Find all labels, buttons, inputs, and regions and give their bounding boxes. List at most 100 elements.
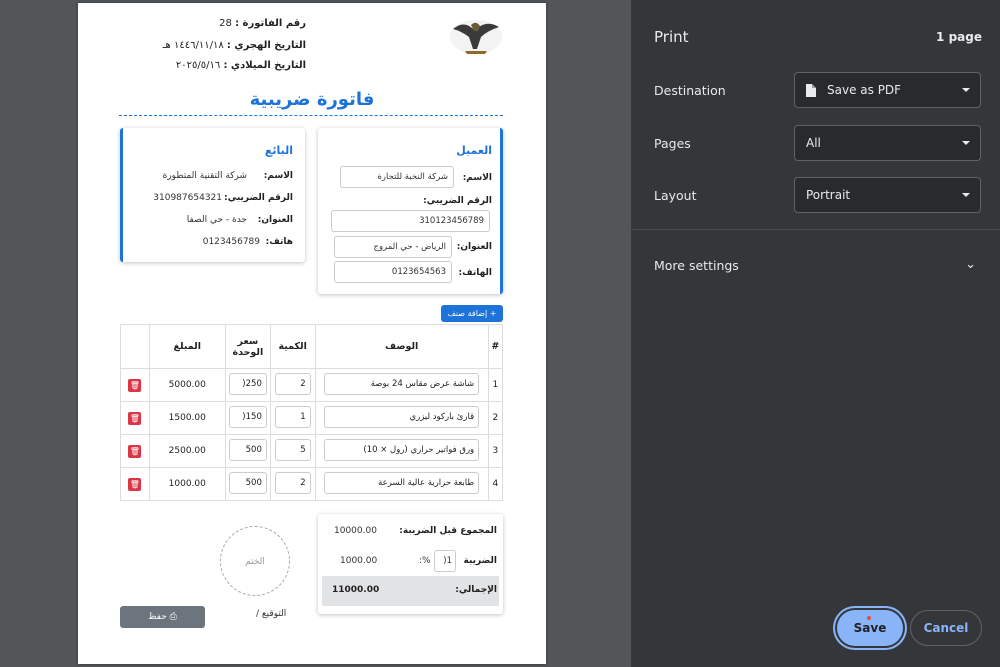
more-settings-toggle[interactable]: More settings [654,258,739,273]
items-table: # الوصف الكمية سعر الوحدة المبلغ 1 شاشة … [120,324,504,501]
table-row: 3 ورق فواتير حراري (رول × 10) 5 500 2500… [120,434,504,468]
totals-box: المجموع قبل الضريبة: 10000.00 الضريبة 1(… [318,514,503,614]
client-tax-field[interactable]: 310123456789 [331,210,490,232]
client-card: العميل الاسم: شركة النخبة للتجارة الرقم … [318,128,503,294]
tax-percent-sign: %: [419,556,431,566]
subtotal-label: المجموع قبل الضريبة: [399,526,497,536]
row-description-cell: ورق فواتير حراري (رول × 10) [314,434,489,468]
row-description-cell: قارئ باركود ليزري [314,401,489,435]
row-actions-cell: 🗑 [120,467,150,501]
tax-rate-field[interactable]: 1( [434,550,456,572]
subtotal-value: 10000.00 [334,526,377,536]
row-price-cell: 250( [224,368,271,402]
row-number: 2 [487,401,504,435]
row-description-field[interactable]: ورق فواتير حراري (رول × 10) [324,438,480,461]
seller-name-value: شركة التقنية المتطورة [162,171,247,181]
row-quantity-cell: 2 [269,467,316,501]
signature-label: التوقيع / [256,609,287,619]
print-title: Print [654,28,689,46]
row-description-cell: شاشة عرض مقاس 24 بوصة [314,368,489,402]
row-amount: 1500.00 [148,401,226,435]
hijri-date-value: ١٤٤٦/١١/١٨ هـ [162,40,224,51]
row-price-field[interactable]: 500 [228,438,267,461]
client-phone-label: الهاتف: [458,268,492,278]
page-count: 1 page [936,30,982,44]
row-actions-cell: 🗑 [120,401,150,435]
save-icon: ⎙ [169,612,177,622]
invoice-number-label: رقم الفاتورة : [235,18,306,29]
header-number: # [487,324,504,369]
layout-select[interactable]: Portrait [794,177,981,213]
row-quantity-cell: 5 [269,434,316,468]
table-header-row: # الوصف الكمية سعر الوحدة المبلغ [120,324,504,369]
cancel-button[interactable]: Cancel [910,610,982,646]
row-description-field[interactable]: قارئ باركود ليزري [324,405,480,428]
row-actions-cell: 🗑 [120,368,150,402]
invoice-number: رقم الفاتورة : 28 [219,18,306,29]
stamp-placeholder: الختم [220,526,290,596]
header-actions [120,324,150,369]
row-quantity-cell: 2 [269,368,316,402]
destination-value: Save as PDF [827,83,902,97]
table-row: 4 طابعة حرارية عالية السرعة 2 500 1000.0… [120,467,504,501]
trash-icon[interactable]: 🗑 [128,477,142,491]
chevron-down-icon [962,141,970,145]
trash-icon[interactable]: 🗑 [128,444,142,458]
row-quantity-field[interactable]: 5 [274,438,311,461]
add-item-button[interactable]: + إضافة صنف [441,305,503,322]
client-address-field[interactable]: الرياض - حي المروج [334,236,452,258]
row-description-field[interactable]: شاشة عرض مقاس 24 بوصة [324,372,480,395]
gregorian-date: التاريخ الميلادي : ٢٠٢٥/٥/١٦ [176,60,306,71]
chevron-down-icon [962,193,970,197]
save-button[interactable]: Save [837,610,903,646]
client-tax-label: الرقم الضريبي: [423,196,492,206]
header-amount: المبلغ [148,324,226,369]
row-price-field[interactable]: 250( [228,372,267,395]
focus-dot [867,616,871,620]
trash-icon[interactable]: 🗑 [128,378,142,392]
save-invoice-button[interactable]: ⎙ حفظ [120,606,205,628]
row-quantity-field[interactable]: 2 [274,471,311,494]
row-amount: 2500.00 [148,434,226,468]
row-price-field[interactable]: 500 [228,471,267,494]
invoice-title: فاتورة ضريبية [249,89,375,110]
row-price-cell: 500 [224,434,271,468]
row-price-field[interactable]: 150( [228,405,267,428]
row-description-cell: طابعة حرارية عالية السرعة [314,467,489,501]
row-amount: 5000.00 [148,368,226,402]
pages-label: Pages [654,136,691,151]
row-quantity-field[interactable]: 2 [274,372,311,395]
trash-icon[interactable]: 🗑 [128,411,142,425]
print-settings-panel: Print 1 page Destination Save as PDF Pag… [631,0,1000,667]
client-phone-field[interactable]: 0123654563 [334,261,452,283]
table-row: 1 شاشة عرض مقاس 24 بوصة 2 250( 5000.00 🗑 [120,368,504,402]
settings-divider [631,229,1000,230]
invoice-page: رقم الفاتورة : 28 التاريخ الهجري : ١٤٤٦/… [78,3,546,664]
table-row: 2 قارئ باركود ليزري 1 150( 1500.00 🗑 [120,401,504,435]
row-description-field[interactable]: طابعة حرارية عالية السرعة [324,471,480,494]
row-quantity-field[interactable]: 1 [274,405,311,428]
header-unit-price-text: سعر الوحدة [232,335,264,358]
seller-name-label: الاسم: [263,171,293,181]
total-row: الإجمالي: 11000.00 [322,576,499,606]
save-button-label: Save [853,621,887,635]
header-description: الوصف [314,324,489,369]
pages-select[interactable]: All [794,125,981,161]
client-heading: العميل [456,144,492,157]
client-name-field[interactable]: شركة النخبة للتجارة [340,166,454,188]
pages-value: All [806,136,821,150]
layout-value: Portrait [806,188,851,202]
row-number: 3 [487,434,504,468]
invoice-number-value: 28 [219,18,232,29]
total-value: 11000.00 [332,585,380,595]
hijri-date: التاريخ الهجري : ١٤٤٦/١١/١٨ هـ [163,40,306,51]
row-amount: 1000.00 [148,467,226,501]
destination-select[interactable]: Save as PDF [794,72,981,108]
chevron-down-icon[interactable]: ⌄ [965,257,976,272]
destination-label: Destination [654,83,726,98]
client-name-label: الاسم: [462,173,492,183]
seller-address-label: العنوان: [257,215,293,225]
tax-label: الضريبة [463,556,497,566]
save-invoice-label: حفظ [148,612,167,622]
seller-tax-label: الرقم الضريبي: [224,193,293,203]
